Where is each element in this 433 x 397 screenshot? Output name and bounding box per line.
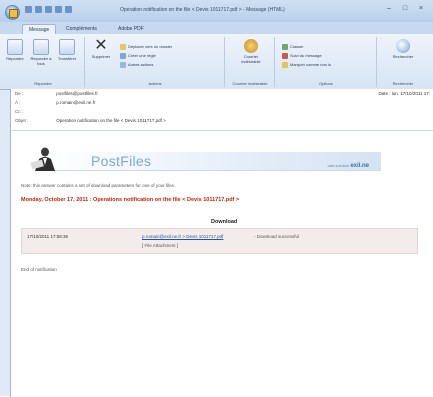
to-row: À : p.romain@exil.ne.fr bbox=[15, 99, 95, 107]
mark-unread-button[interactable]: Marquer comme non lu bbox=[282, 61, 331, 68]
forward-icon bbox=[59, 39, 75, 55]
brand-name: PostFiles bbox=[91, 153, 152, 169]
group-label-respond: Répondre bbox=[34, 81, 52, 86]
delete-button[interactable]: ✕ Supprimer bbox=[90, 37, 112, 60]
group-label-actions: Actions bbox=[148, 81, 162, 86]
window-title: Operation notification on the file < Dev… bbox=[120, 7, 285, 13]
save-icon[interactable] bbox=[25, 6, 32, 13]
to-value[interactable]: p.romain@exil.ne.fr bbox=[56, 100, 95, 105]
close-button[interactable]: × bbox=[415, 5, 427, 14]
end-of-notification: End of notification bbox=[21, 267, 57, 272]
previous-item-icon[interactable] bbox=[55, 6, 62, 13]
download-link[interactable]: p.romain@exil.ne.fr > Devis 1011717.pdf bbox=[142, 234, 223, 239]
outlook-message-window: Operation notification on the file < Dev… bbox=[0, 0, 433, 397]
undo-icon[interactable] bbox=[35, 6, 42, 13]
download-row: 17/10/2011 17:58:36 p.romain@exil.ne.fr … bbox=[21, 228, 418, 254]
ribbon: Répondre Répondre à tous Transférer Répo… bbox=[0, 34, 433, 90]
reply-button[interactable]: Répondre bbox=[4, 39, 26, 61]
reply-icon bbox=[7, 39, 23, 55]
actions-icon bbox=[120, 61, 126, 68]
delete-x-icon: ✕ bbox=[94, 37, 108, 54]
find-button[interactable]: Rechercher bbox=[390, 39, 416, 59]
binoculars-icon bbox=[396, 39, 410, 53]
envelope-icon bbox=[9, 9, 18, 18]
group-actions: ✕ Supprimer Déplacer vers un dossier Cré… bbox=[86, 37, 225, 87]
download-date: 17/10/2011 17:58:36 bbox=[27, 234, 68, 239]
message-body: PostFiles une solution exil.ne Note: thi… bbox=[10, 130, 433, 397]
folder-icon bbox=[120, 43, 126, 50]
category-icon bbox=[282, 43, 288, 50]
group-find: Rechercher Rechercher bbox=[378, 37, 428, 87]
junk-mail-button[interactable]: Courrier indésirable bbox=[238, 39, 264, 64]
group-label-junk: Courrier indésirable bbox=[232, 81, 268, 86]
reply-all-icon bbox=[33, 39, 49, 55]
from-row: De : postfiles@postfiles.fr bbox=[15, 90, 98, 98]
window-controls: – □ × bbox=[383, 5, 427, 14]
to-label: À : bbox=[15, 100, 21, 105]
postfiles-banner: PostFiles une solution exil.ne bbox=[21, 139, 381, 175]
envelope-unread-icon bbox=[282, 61, 288, 68]
categorize-button[interactable]: Classer bbox=[282, 43, 304, 50]
download-status: - Download successful bbox=[254, 234, 300, 239]
group-junk: Courrier indésirable Courrier indésirabl… bbox=[226, 37, 275, 87]
group-options: Classer Suivi du message Marquer comme n… bbox=[276, 37, 377, 87]
notification-headline: Monday, October 17, 2011 : Operations no… bbox=[21, 197, 240, 203]
intro-note: Note: this answer contains a set of down… bbox=[21, 183, 176, 188]
next-item-icon[interactable] bbox=[65, 6, 72, 13]
rule-icon bbox=[120, 52, 126, 59]
junk-mail-icon bbox=[244, 39, 258, 53]
minimize-button[interactable]: – bbox=[383, 5, 395, 14]
create-rule-button[interactable]: Créer une règle bbox=[120, 52, 156, 59]
from-value[interactable]: postfiles@postfiles.fr bbox=[56, 91, 98, 96]
group-label-find: Rechercher bbox=[392, 81, 414, 86]
subject-row: Objet : Operation notification on the fi… bbox=[15, 117, 166, 125]
maximize-button[interactable]: □ bbox=[399, 5, 411, 14]
office-button[interactable] bbox=[5, 5, 20, 20]
tab-addins[interactable]: Compléments bbox=[60, 24, 103, 34]
cc-label: Cc : bbox=[15, 109, 24, 114]
download-attachment-label: [ File Attachment ] bbox=[142, 243, 179, 248]
redo-icon[interactable] bbox=[45, 6, 52, 13]
ribbon-tabs: Message Compléments Adobe PDF bbox=[0, 22, 433, 35]
brand-tagline: une solution exil.ne bbox=[327, 163, 369, 169]
businessman-logo-icon bbox=[30, 147, 55, 171]
group-respond: Répondre Répondre à tous Transférer Répo… bbox=[2, 37, 85, 87]
other-actions-button[interactable]: Autres actions bbox=[120, 61, 153, 68]
from-label: De : bbox=[15, 91, 24, 96]
sent-date: Date : lun. 17/10/2011 17: bbox=[378, 91, 430, 96]
move-to-folder-button[interactable]: Déplacer vers un dossier bbox=[120, 43, 172, 50]
forward-button[interactable]: Transférer bbox=[56, 39, 78, 61]
quick-access-toolbar bbox=[25, 6, 72, 13]
flag-icon bbox=[282, 52, 288, 59]
subject-label: Objet : bbox=[15, 118, 29, 123]
message-header: De : postfiles@postfiles.fr À : p.romain… bbox=[10, 89, 433, 130]
group-label-options: Options bbox=[319, 81, 333, 86]
download-title: Download bbox=[211, 219, 238, 225]
subject-value: Operation notification on the file < Dev… bbox=[56, 118, 166, 123]
reply-all-button[interactable]: Répondre à tous bbox=[30, 39, 52, 66]
cc-row: Cc : bbox=[15, 108, 55, 116]
follow-up-button[interactable]: Suivi du message bbox=[282, 52, 322, 59]
tab-adobe-pdf[interactable]: Adobe PDF bbox=[112, 24, 150, 34]
title-bar: Operation notification on the file < Dev… bbox=[0, 0, 433, 23]
